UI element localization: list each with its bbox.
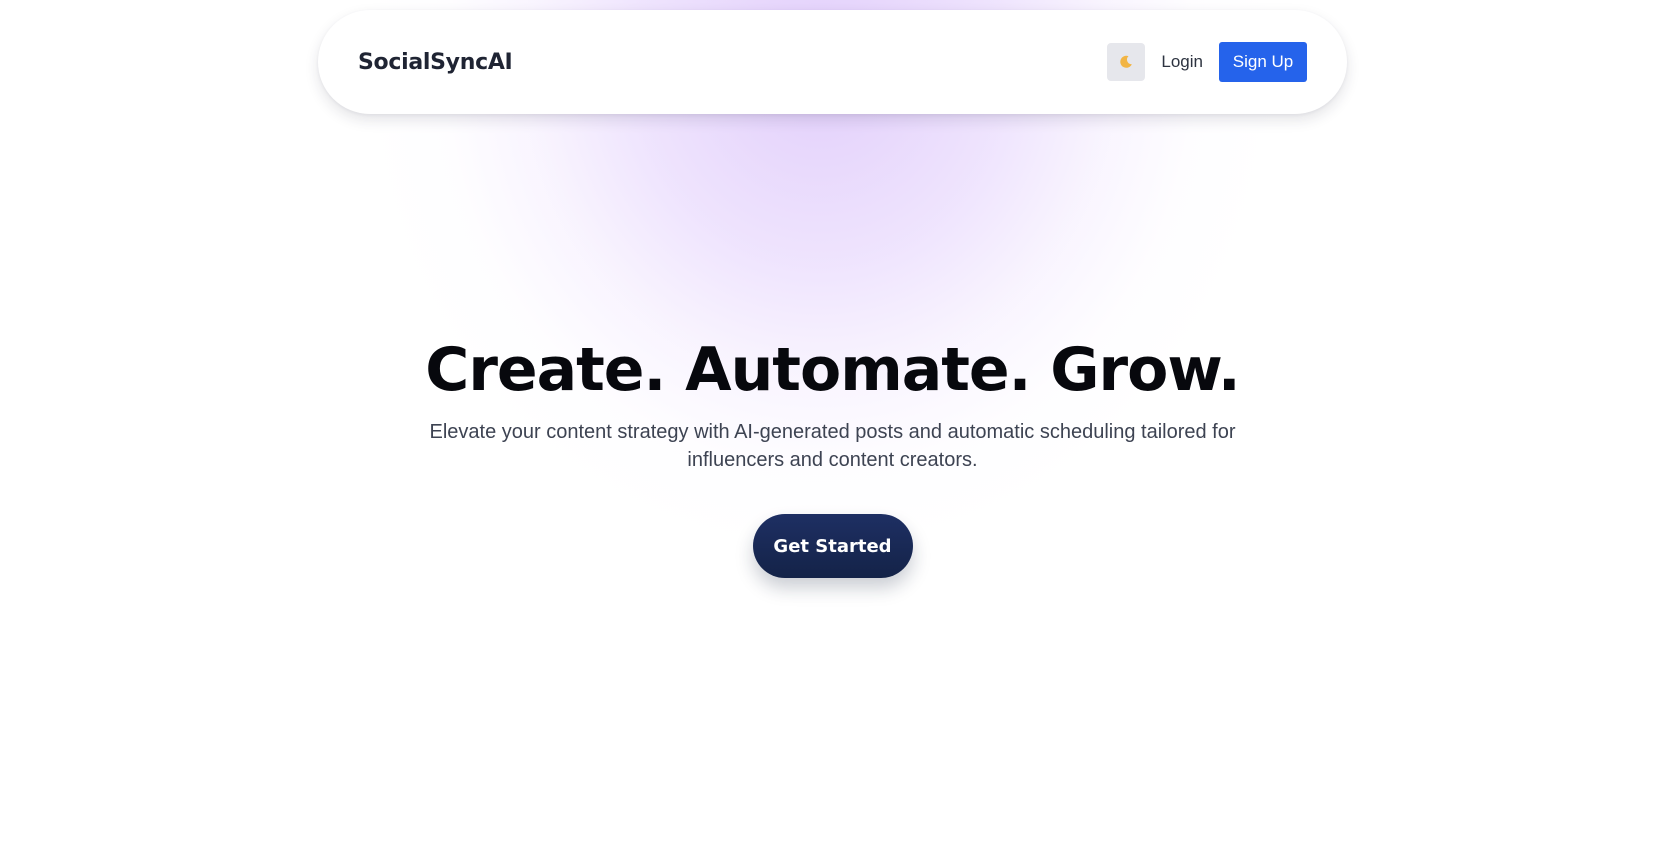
nav-actions: Login Sign Up <box>1107 42 1307 82</box>
landing-page: SocialSyncAI Login Sign Up Create. Autom… <box>0 0 1665 845</box>
theme-toggle-button[interactable] <box>1107 43 1146 81</box>
hero-subtitle: Elevate your content strategy with AI-ge… <box>429 421 1236 471</box>
brand-logo[interactable]: SocialSyncAI <box>358 50 513 75</box>
signup-button[interactable]: Sign Up <box>1219 42 1307 82</box>
top-navbar: SocialSyncAI Login Sign Up <box>318 10 1347 114</box>
moon-icon <box>1118 54 1134 70</box>
hero-section: Create. Automate. Grow. Elevate your con… <box>0 330 1665 578</box>
login-link[interactable]: Login <box>1161 52 1203 72</box>
get-started-button[interactable]: Get Started <box>752 514 913 578</box>
cta-container: Get Started <box>0 514 1665 578</box>
hero-title: Create. Automate. Grow. <box>425 335 1240 405</box>
